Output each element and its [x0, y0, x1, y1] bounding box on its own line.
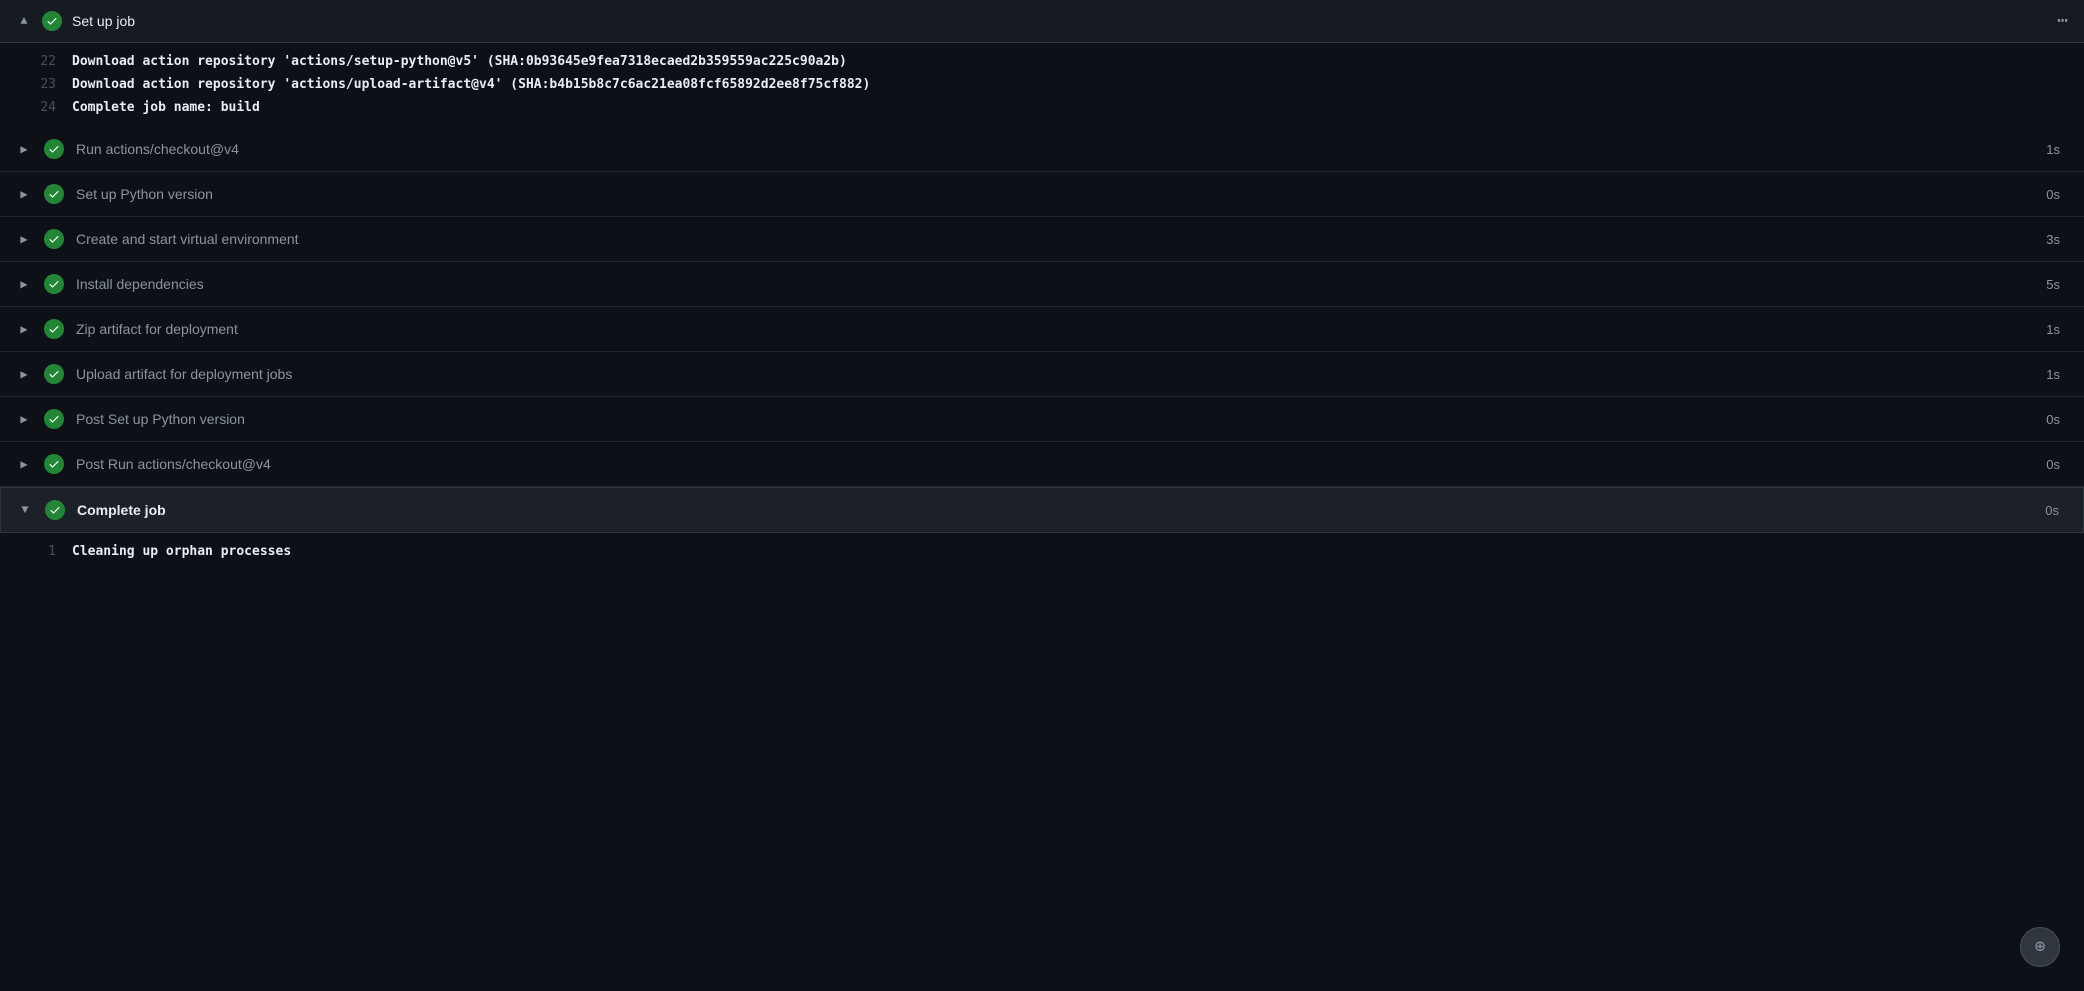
step-status-icon	[44, 139, 64, 159]
step-status-icon	[44, 184, 64, 204]
checkmark-svg	[48, 278, 60, 290]
step-duration: 1s	[2046, 367, 2068, 382]
checkmark-svg	[49, 504, 61, 516]
step-status-icon	[44, 319, 64, 339]
step-left: ▼ Complete job	[17, 500, 166, 520]
checkmark-svg	[48, 143, 60, 155]
step-upload-artifact[interactable]: ▶ Upload artifact for deployment jobs 1s	[0, 352, 2084, 397]
step-label: Post Set up Python version	[76, 411, 245, 427]
step-duration: 0s	[2046, 457, 2068, 472]
header-left: ▲ Set up job	[16, 11, 135, 31]
step-label: Zip artifact for deployment	[76, 321, 238, 337]
complete-job-label: Complete job	[77, 502, 166, 518]
chevron-right-icon: ▶	[16, 232, 32, 247]
step-setup-python[interactable]: ▶ Set up Python version 0s	[0, 172, 2084, 217]
step-duration: 1s	[2046, 322, 2068, 337]
step-label: Set up Python version	[76, 186, 213, 202]
job-container: ▲ Set up job ⋯ 22 Download action reposi…	[0, 0, 2084, 572]
step-complete-job[interactable]: ▼ Complete job 0s	[0, 487, 2084, 533]
step-label: Post Run actions/checkout@v4	[76, 456, 271, 472]
step-post-python[interactable]: ▶ Post Set up Python version 0s	[0, 397, 2084, 442]
status-icon	[42, 11, 62, 31]
step-left: ▶ Post Run actions/checkout@v4	[16, 454, 271, 474]
scroll-to-bottom-button[interactable]: ⊕	[2020, 927, 2060, 967]
chevron-right-icon: ▶	[16, 322, 32, 337]
step-run-checkout[interactable]: ▶ Run actions/checkout@v4 1s	[0, 127, 2084, 172]
setup-job-log-lines: 22 Download action repository 'actions/s…	[0, 43, 2084, 127]
line-number: 23	[16, 75, 56, 96]
step-left: ▶ Zip artifact for deployment	[16, 319, 238, 339]
log-line-23: 23 Download action repository 'actions/u…	[0, 74, 2084, 97]
chevron-right-icon: ▶	[16, 367, 32, 382]
chevron-down-icon: ▼	[17, 503, 33, 517]
step-install-deps[interactable]: ▶ Install dependencies 5s	[0, 262, 2084, 307]
line-number: 1	[16, 542, 56, 563]
chevron-right-icon: ▶	[16, 187, 32, 202]
step-create-venv[interactable]: ▶ Create and start virtual environment 3…	[0, 217, 2084, 262]
step-label: Upload artifact for deployment jobs	[76, 366, 292, 382]
step-zip-artifact[interactable]: ▶ Zip artifact for deployment 1s	[0, 307, 2084, 352]
complete-job-duration: 0s	[2045, 503, 2067, 518]
job-header-title: Set up job	[72, 13, 135, 29]
step-status-icon	[44, 274, 64, 294]
step-left: ▶ Install dependencies	[16, 274, 204, 294]
chevron-right-icon: ▶	[16, 412, 32, 427]
checkmark-svg	[46, 15, 58, 27]
log-line-1: 1 Cleaning up orphan processes	[0, 541, 2084, 564]
step-duration: 0s	[2046, 412, 2068, 427]
step-status-icon	[44, 409, 64, 429]
checkmark-svg	[48, 323, 60, 335]
log-line-text: Download action repository 'actions/uplo…	[72, 75, 870, 96]
checkmark-svg	[48, 188, 60, 200]
checkmark-svg	[48, 368, 60, 380]
line-number: 24	[16, 98, 56, 119]
chevron-right-icon: ▶	[16, 142, 32, 157]
step-duration: 0s	[2046, 187, 2068, 202]
log-line-text: Cleaning up orphan processes	[72, 542, 291, 563]
step-left: ▶ Post Set up Python version	[16, 409, 245, 429]
step-left: ▶ Set up Python version	[16, 184, 213, 204]
more-options-icon[interactable]: ⋯	[2057, 10, 2068, 32]
log-line-22: 22 Download action repository 'actions/s…	[0, 51, 2084, 74]
step-status-icon	[44, 364, 64, 384]
log-line-text: Complete job name: build	[72, 98, 260, 119]
log-line-text: Download action repository 'actions/setu…	[72, 52, 847, 73]
step-duration: 3s	[2046, 232, 2068, 247]
step-status-icon	[44, 229, 64, 249]
chevron-right-icon: ▶	[16, 457, 32, 472]
chevron-up-icon: ▲	[16, 14, 32, 28]
log-line-24: 24 Complete job name: build	[0, 97, 2084, 120]
step-left: ▶ Create and start virtual environment	[16, 229, 299, 249]
checkmark-svg	[48, 233, 60, 245]
setup-job-header[interactable]: ▲ Set up job ⋯	[0, 0, 2084, 43]
step-label: Create and start virtual environment	[76, 231, 299, 247]
line-number: 22	[16, 52, 56, 73]
scroll-icon: ⊕	[2035, 936, 2046, 958]
step-left: ▶ Upload artifact for deployment jobs	[16, 364, 292, 384]
step-status-icon	[44, 454, 64, 474]
step-duration: 5s	[2046, 277, 2068, 292]
complete-job-log-lines: 1 Cleaning up orphan processes	[0, 533, 2084, 572]
step-left: ▶ Run actions/checkout@v4	[16, 139, 239, 159]
checkmark-svg	[48, 458, 60, 470]
step-label: Run actions/checkout@v4	[76, 141, 239, 157]
step-label: Install dependencies	[76, 276, 204, 292]
step-status-icon	[45, 500, 65, 520]
checkmark-svg	[48, 413, 60, 425]
chevron-right-icon: ▶	[16, 277, 32, 292]
step-duration: 1s	[2046, 142, 2068, 157]
step-post-checkout[interactable]: ▶ Post Run actions/checkout@v4 0s	[0, 442, 2084, 487]
steps-list: ▶ Run actions/checkout@v4 1s ▶ Set up P	[0, 127, 2084, 487]
